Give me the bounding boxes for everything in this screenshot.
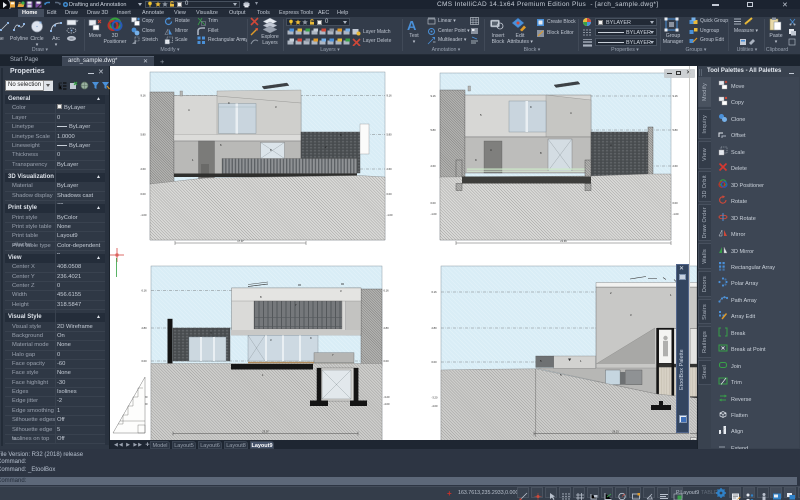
svg-text:5.80: 5.80: [431, 128, 437, 132]
svg-text:-3.20: -3.20: [432, 396, 438, 400]
svg-text:-4.00: -4.00: [432, 404, 438, 408]
svg-text:6.16: 6.16: [384, 289, 390, 293]
svg-text:9.16: 9.16: [141, 94, 147, 98]
svg-text:2.80: 2.80: [142, 326, 148, 330]
svg-text:5.80: 5.80: [387, 133, 393, 137]
svg-text:17.07: 17.07: [237, 239, 244, 243]
svg-text:2.80: 2.80: [432, 326, 438, 330]
svg-text:9.16: 9.16: [431, 94, 437, 98]
svg-text:26.13: 26.13: [612, 430, 619, 434]
svg-text:2.80: 2.80: [384, 326, 390, 330]
svg-text:6.16: 6.16: [432, 290, 438, 294]
svg-text:-4.00: -4.00: [384, 402, 390, 406]
svg-text:5.80: 5.80: [673, 128, 679, 132]
svg-text:23.07: 23.07: [262, 430, 269, 434]
svg-text:21.46: 21.46: [560, 239, 567, 243]
svg-text:0.00: 0.00: [384, 359, 390, 363]
svg-text:-1.00: -1.00: [387, 213, 393, 217]
svg-text:5.80: 5.80: [141, 133, 147, 137]
svg-text:0.00: 0.00: [387, 192, 393, 196]
svg-text:2.60: 2.60: [673, 164, 679, 168]
svg-text:6.16: 6.16: [142, 289, 148, 293]
svg-text:2.60: 2.60: [141, 167, 147, 171]
svg-text:9.16: 9.16: [673, 94, 679, 98]
svg-text:-1.00: -1.00: [141, 213, 147, 217]
svg-text:-1.00: -1.00: [673, 212, 679, 216]
svg-text:0.00: 0.00: [431, 201, 437, 205]
svg-text:0.00: 0.00: [142, 359, 148, 363]
svg-text:2.60: 2.60: [387, 167, 393, 171]
svg-text:0.00: 0.00: [432, 360, 438, 364]
svg-text:-1.00: -1.00: [431, 212, 437, 216]
svg-text:0.00: 0.00: [673, 201, 679, 205]
svg-text:2.60: 2.60: [431, 164, 437, 168]
svg-text:9.16: 9.16: [387, 94, 393, 98]
svg-text:0.00: 0.00: [141, 192, 147, 196]
svg-text:-3.20: -3.20: [384, 395, 390, 399]
